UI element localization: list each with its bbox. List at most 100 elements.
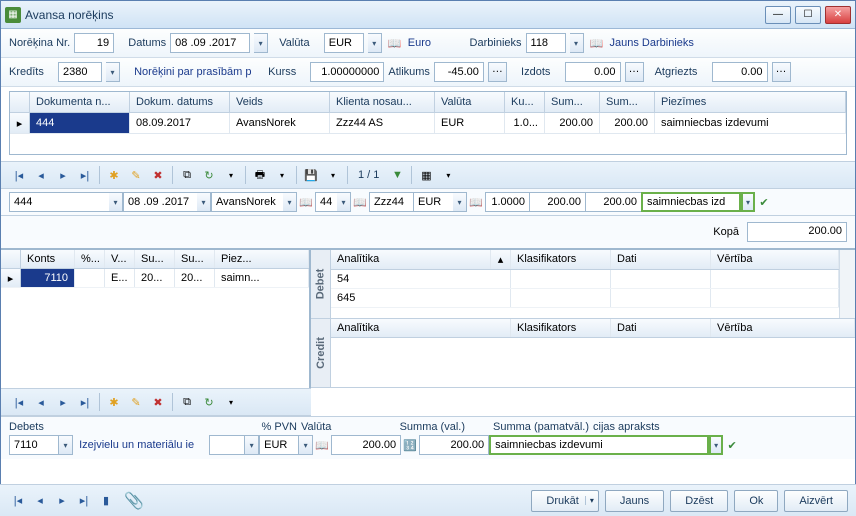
- datums-input[interactable]: [170, 33, 250, 53]
- lcol-p[interactable]: %...: [75, 250, 105, 268]
- minimize-button[interactable]: —: [765, 6, 791, 24]
- atlikums-input[interactable]: [434, 62, 484, 82]
- edit-veids-drop[interactable]: ▾: [283, 192, 297, 212]
- lcol-piez[interactable]: Piez...: [215, 250, 309, 268]
- kredits-input[interactable]: [58, 62, 102, 82]
- l-nav-last-icon[interactable]: ▸|: [75, 392, 95, 412]
- delete-icon[interactable]: ✖: [148, 165, 168, 185]
- refresh-drop-icon[interactable]: ▾: [221, 165, 241, 185]
- edit-val[interactable]: [413, 192, 453, 212]
- columns-icon[interactable]: ▦: [416, 165, 436, 185]
- attachment-icon[interactable]: 📎: [124, 491, 144, 511]
- cell-dokdat[interactable]: 08.09.2017: [130, 113, 230, 133]
- sumv-input[interactable]: [331, 435, 401, 455]
- edit-nr-drop[interactable]: ▾: [109, 192, 123, 212]
- col-doknr[interactable]: Dokumenta n...: [30, 92, 130, 112]
- atlikums-ellipsis[interactable]: …: [488, 62, 507, 82]
- edit-klient-book-icon[interactable]: 📖: [297, 193, 315, 211]
- table-row[interactable]: ▸ 444 08.09.2017 AvansNorek Zzz44 AS EUR…: [10, 113, 846, 134]
- nav-first-icon[interactable]: |◂: [9, 165, 29, 185]
- lcol-s1[interactable]: Su...: [135, 250, 175, 268]
- filter-icon[interactable]: ▼: [387, 165, 407, 185]
- pvn-drop[interactable]: ▾: [245, 435, 259, 455]
- f-nav-next-icon[interactable]: ▸: [52, 491, 72, 511]
- sumv-calc-icon[interactable]: 🔢: [401, 436, 419, 454]
- atgriezts-input[interactable]: [712, 62, 768, 82]
- col-valuta[interactable]: Valūta: [435, 92, 505, 112]
- l-nav-first-icon[interactable]: |◂: [9, 392, 29, 412]
- debets-input[interactable]: [9, 435, 59, 455]
- kurss-input[interactable]: [310, 62, 384, 82]
- edit-val-drop[interactable]: ▾: [453, 192, 467, 212]
- cell-val[interactable]: EUR: [435, 113, 505, 133]
- izdots-input[interactable]: [565, 62, 621, 82]
- edit-piez[interactable]: [641, 192, 741, 212]
- ccol-anal[interactable]: Analītika: [331, 319, 511, 337]
- ccol-vert[interactable]: Vērtība: [711, 319, 855, 337]
- print-drop-icon[interactable]: ▾: [272, 165, 292, 185]
- edit-nr[interactable]: [9, 192, 109, 212]
- apr-drop[interactable]: ▾: [709, 435, 723, 455]
- darbinieks-input[interactable]: [526, 33, 566, 53]
- maximize-button[interactable]: ☐: [795, 6, 821, 24]
- col-ku[interactable]: Ku...: [505, 92, 545, 112]
- izej-link[interactable]: Izejvielu un materiālu ie: [79, 439, 209, 451]
- l-add-icon[interactable]: ✱: [104, 392, 124, 412]
- apr-input[interactable]: [489, 435, 709, 455]
- debets-drop[interactable]: ▾: [59, 435, 73, 455]
- ok-button[interactable]: Ok: [734, 490, 778, 512]
- l-nav-next-icon[interactable]: ▸: [53, 392, 73, 412]
- delete-button[interactable]: Dzēst: [670, 490, 728, 512]
- nav-last-icon[interactable]: ▸|: [75, 165, 95, 185]
- debet-scrollbar[interactable]: [839, 250, 855, 318]
- lcol-v[interactable]: V...: [105, 250, 135, 268]
- norekin-nr-input[interactable]: [74, 33, 114, 53]
- lcell-konts[interactable]: 7110: [21, 269, 75, 287]
- lcell-piez[interactable]: saimn...: [215, 269, 309, 287]
- bval-input[interactable]: [259, 435, 299, 455]
- apr-confirm-icon[interactable]: ✔: [723, 436, 741, 454]
- kredits-name-link[interactable]: Norēķini par prasībām p: [134, 66, 264, 78]
- debet-cell-2[interactable]: 645: [331, 289, 511, 307]
- pvn-input[interactable]: [209, 435, 245, 455]
- l-refresh-drop-icon[interactable]: ▾: [221, 392, 241, 412]
- f-nav-prev-icon[interactable]: ◂: [30, 491, 50, 511]
- bval-drop[interactable]: ▾: [299, 435, 313, 455]
- darbinieks-book-icon[interactable]: 📖: [588, 34, 606, 52]
- lcell-s2[interactable]: 20...: [175, 269, 215, 287]
- copy-icon[interactable]: ⧉: [177, 165, 197, 185]
- cell-piez[interactable]: saimniecbas izdevumi: [655, 113, 846, 133]
- izdots-ellipsis[interactable]: …: [625, 62, 644, 82]
- col-veids[interactable]: Veids: [230, 92, 330, 112]
- cell-veids[interactable]: AvansNorek: [230, 113, 330, 133]
- cell-s2[interactable]: 200.00: [600, 113, 655, 133]
- valuta-input[interactable]: [324, 33, 364, 53]
- lcell-s1[interactable]: 20...: [135, 269, 175, 287]
- edit-veids[interactable]: [211, 192, 283, 212]
- edit-piez-drop[interactable]: ▾: [741, 192, 755, 212]
- darbinieks-dropdown[interactable]: ▾: [570, 33, 584, 53]
- dcol-anal[interactable]: Analītika: [331, 250, 491, 269]
- atgriezts-ellipsis[interactable]: …: [772, 62, 791, 82]
- lcell-v[interactable]: E...: [105, 269, 135, 287]
- col-sum2[interactable]: Sum...: [600, 92, 655, 112]
- datums-dropdown[interactable]: ▾: [254, 33, 268, 53]
- columns-drop-icon[interactable]: ▾: [438, 165, 458, 185]
- sump-input[interactable]: [419, 435, 489, 455]
- cell-s1[interactable]: 200.00: [545, 113, 600, 133]
- nav-prev-icon[interactable]: ◂: [31, 165, 51, 185]
- col-sum1[interactable]: Sum...: [545, 92, 600, 112]
- edit-kl[interactable]: [369, 192, 413, 212]
- dcol-vert[interactable]: Vērtība: [711, 250, 839, 269]
- kredits-dropdown[interactable]: ▾: [106, 62, 120, 82]
- cell-klient[interactable]: Zzz44 AS: [330, 113, 435, 133]
- lcol-konts[interactable]: Konts: [21, 250, 75, 268]
- edit-klcode-drop[interactable]: ▾: [337, 192, 351, 212]
- col-piez[interactable]: Piezīmes: [655, 92, 846, 112]
- edit-klcode[interactable]: [315, 192, 337, 212]
- bval-book-icon[interactable]: 📖: [313, 436, 331, 454]
- col-dokdat[interactable]: Dokum. datums: [130, 92, 230, 112]
- close-button[interactable]: ✕: [825, 6, 851, 24]
- l-refresh-icon[interactable]: ↻: [199, 392, 219, 412]
- l-copy-icon[interactable]: ⧉: [177, 392, 197, 412]
